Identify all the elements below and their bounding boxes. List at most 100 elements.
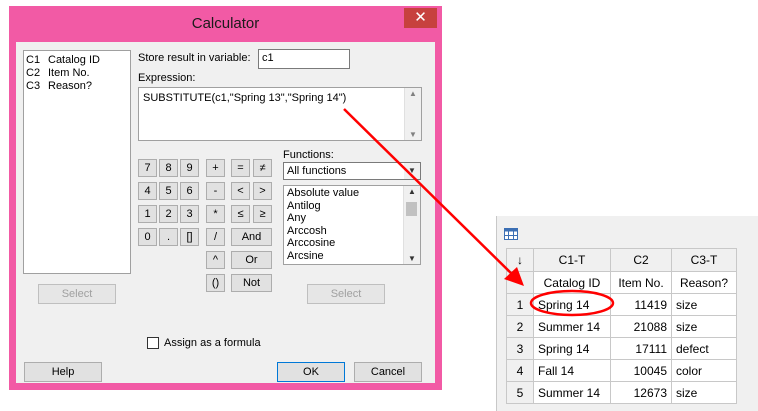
key-6[interactable]: 6 [180,182,199,200]
expression-input[interactable]: SUBSTITUTE(c1,"Spring 13","Spring 14") ▲… [138,87,422,141]
functions-selected-value: All functions [287,165,347,177]
key-less-equal[interactable]: ≤ [231,205,250,223]
table-row: 5 Summer 14 12673 size [506,381,737,404]
key-greater-equal[interactable]: ≥ [253,205,272,223]
item-cell[interactable]: 12673 [610,381,672,404]
title-bar[interactable]: Calculator ✕ [9,6,442,42]
expression-scrollbar[interactable]: ▲ ▼ [404,88,421,140]
and-button[interactable]: And [231,228,272,246]
key-1[interactable]: 1 [138,205,157,223]
key-multiply[interactable]: * [206,205,225,223]
function-item[interactable]: Absolute value [287,187,359,200]
item-cell[interactable]: 11419 [610,293,672,316]
assign-formula-checkbox[interactable] [147,337,159,349]
variable-name: Reason? [48,80,93,92]
key-0[interactable]: 0 [138,228,157,246]
column-name-row: Catalog ID Item No. Reason? [506,271,737,294]
row-number[interactable]: 3 [506,337,534,360]
column-name[interactable]: Catalog ID [533,271,611,294]
row-number[interactable]: 5 [506,381,534,404]
select-variable-button[interactable]: Select [38,284,116,304]
key-2[interactable]: 2 [159,205,178,223]
column-name[interactable]: Item No. [610,271,672,294]
key-not-equal[interactable]: ≠ [253,159,272,177]
worksheet-icon [504,228,518,240]
scroll-down-icon[interactable]: ▼ [405,130,421,139]
scroll-up-icon[interactable]: ▲ [404,187,420,196]
catalog-cell[interactable]: Summer 14 [533,381,611,404]
dialog-title: Calculator [191,15,260,32]
row-number[interactable]: 1 [506,293,534,316]
chevron-down-icon[interactable]: ▼ [404,163,420,179]
key-divide[interactable]: / [206,228,225,246]
column-id[interactable]: C3-T [671,248,737,272]
key-brackets[interactable]: [] [180,228,199,246]
variable-column: C3 [26,80,41,92]
item-cell[interactable]: 21088 [610,315,672,338]
functions-dropdown[interactable]: All functions ▼ [283,162,421,180]
function-item[interactable]: Arccosh [287,225,359,238]
reason-cell[interactable]: color [671,359,737,382]
key-minus[interactable]: - [206,182,225,200]
functions-items: Absolute value Antilog Any Arccosh Arcco… [287,187,359,262]
help-button[interactable]: Help [24,362,102,382]
function-item[interactable]: Arccosine [287,237,359,250]
key-decimal[interactable]: . [159,228,178,246]
not-button[interactable]: Not [231,274,272,292]
column-name[interactable]: Reason? [671,271,737,294]
column-id-row: ↓ C1-T C2 C3-T [506,248,737,272]
key-7[interactable]: 7 [138,159,157,177]
key-8[interactable]: 8 [159,159,178,177]
key-5[interactable]: 5 [159,182,178,200]
table-row: 1 Spring 14 11419 size [506,293,737,316]
catalog-cell[interactable]: Summer 14 [533,315,611,338]
dialog-client-area: C1 Catalog ID C2 Item No. C3 Reason? Sel… [16,42,435,383]
data-table: ↓ C1-T C2 C3-T Catalog ID Item No. Reaso… [506,248,737,404]
item-cell[interactable]: 17111 [610,337,672,360]
key-plus[interactable]: + [206,159,225,177]
scroll-down-icon[interactable]: ▼ [404,254,420,263]
scroll-up-icon[interactable]: ▲ [405,89,421,98]
variable-column: C2 [26,67,41,79]
functions-scrollbar[interactable]: ▲ ▼ [403,186,420,264]
key-4[interactable]: 4 [138,182,157,200]
or-button[interactable]: Or [231,251,272,269]
key-parentheses[interactable]: () [206,274,225,292]
key-less-than[interactable]: < [231,182,250,200]
function-item[interactable]: Any [287,212,359,225]
key-equals[interactable]: = [231,159,250,177]
function-item[interactable]: Antilog [287,200,359,213]
item-cell[interactable]: 10045 [610,359,672,382]
reason-cell[interactable]: defect [671,337,737,360]
catalog-cell[interactable]: Spring 14 [533,337,611,360]
functions-list[interactable]: Absolute value Antilog Any Arccosh Arcco… [283,185,421,265]
row-number[interactable]: 4 [506,359,534,382]
row-number[interactable]: 2 [506,315,534,338]
data-direction-arrow-icon[interactable]: ↓ [506,248,534,272]
close-button[interactable]: ✕ [404,8,437,28]
variable-column: C1 [26,54,41,66]
scroll-thumb[interactable] [406,202,417,216]
keypad: 7 8 9 + = ≠ 4 5 6 - < > 1 2 3 * ≤ ≥ 0 . … [138,159,288,299]
reason-cell[interactable]: size [671,293,737,316]
store-variable-input[interactable]: c1 [258,49,350,69]
column-id[interactable]: C2 [610,248,672,272]
row-header-blank [506,271,534,294]
calculator-dialog: Calculator ✕ C1 Catalog ID C2 Item No. C… [9,6,442,390]
ok-button[interactable]: OK [277,362,345,382]
function-item[interactable]: Arcsine [287,250,359,263]
key-greater-than[interactable]: > [253,182,272,200]
expression-text: SUBSTITUTE(c1,"Spring 13","Spring 14") [143,92,347,104]
column-id[interactable]: C1-T [533,248,611,272]
variable-list[interactable]: C1 Catalog ID C2 Item No. C3 Reason? [23,50,131,274]
catalog-cell[interactable]: Fall 14 [533,359,611,382]
select-function-button[interactable]: Select [307,284,385,304]
key-9[interactable]: 9 [180,159,199,177]
catalog-cell[interactable]: Spring 14 [533,293,611,316]
cancel-button[interactable]: Cancel [354,362,422,382]
reason-cell[interactable]: size [671,315,737,338]
key-3[interactable]: 3 [180,205,199,223]
key-power[interactable]: ^ [206,251,225,269]
reason-cell[interactable]: size [671,381,737,404]
table-row: 4 Fall 14 10045 color [506,359,737,382]
